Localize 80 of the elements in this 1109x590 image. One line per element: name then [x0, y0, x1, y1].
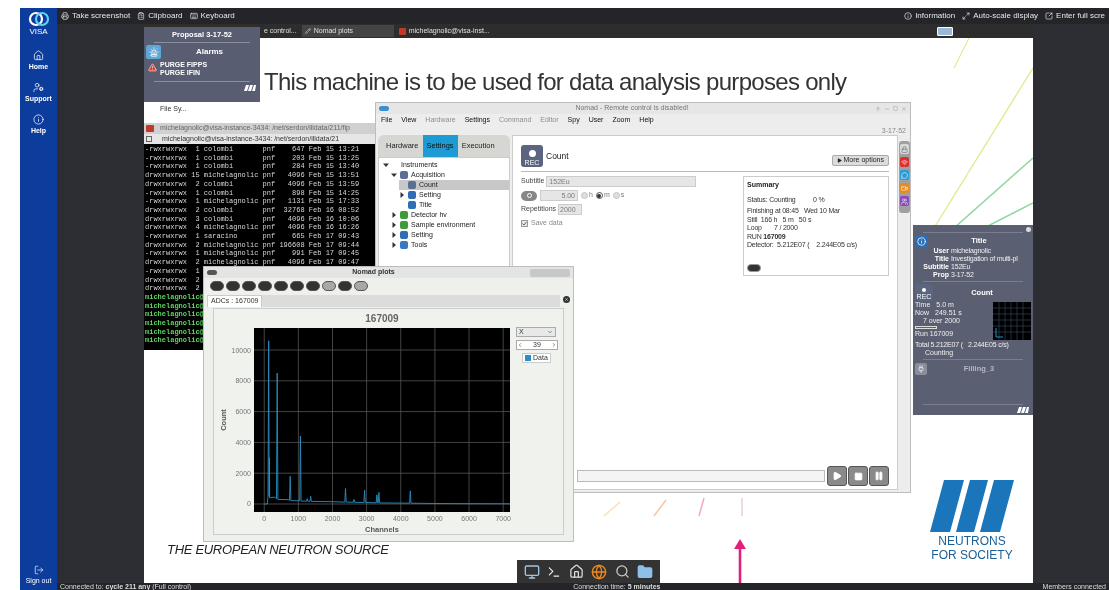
stop-button[interactable]: [848, 466, 869, 486]
round-tool-button[interactable]: [242, 281, 256, 291]
toolbar-button[interactable]: Information: [904, 10, 956, 22]
caret-icon[interactable]: [383, 162, 389, 168]
mini-plot-drawing: [993, 302, 1031, 340]
pointer-arrow-drawing: [734, 539, 746, 583]
tree-node-icon: [408, 201, 416, 209]
screen-tray-icon[interactable]: [937, 26, 953, 36]
grid-icon: [146, 136, 152, 142]
home-folder-icon[interactable]: [568, 564, 584, 579]
pause-icon: [874, 471, 885, 481]
keyboard-icon: [189, 12, 198, 20]
close-icon[interactable]: [563, 296, 570, 303]
ill-mini-logo-icon: [244, 84, 256, 91]
caret-icon: [547, 329, 553, 335]
banner-text: This machine is to be used for data analysis purposes only: [264, 70, 847, 94]
ill-mini-logo-icon: [1017, 407, 1029, 413]
tree-node-icon: [400, 211, 408, 219]
terminal-icon[interactable]: [547, 564, 562, 579]
printer-icon: [61, 12, 69, 20]
tagline-text: THE EUROPEAN NEUTRON SOURCE: [167, 541, 389, 559]
ill-logo-icon: [930, 480, 1014, 532]
round-tool-button[interactable]: [210, 281, 224, 291]
panel-title: Count: [546, 149, 569, 163]
caret-icon[interactable]: [391, 232, 397, 238]
play-icon: [832, 471, 843, 481]
tree-node-icon: [400, 231, 408, 239]
round-tool-button[interactable]: [338, 281, 352, 291]
stopwatch-button[interactable]: [521, 190, 537, 201]
siren-icon: [146, 44, 161, 59]
tree-node-icon: [408, 191, 416, 199]
caret-icon[interactable]: [391, 222, 397, 228]
tree-node-icon: [400, 221, 408, 229]
round-tool-button[interactable]: [290, 281, 304, 291]
play-button[interactable]: [827, 466, 848, 486]
chart-button[interactable]: [747, 264, 761, 272]
toolbar-button[interactable]: Take screenshot: [61, 10, 131, 22]
toolbar-button[interactable]: Auto-scale display: [962, 10, 1039, 22]
plug-icon: [915, 363, 927, 375]
stop-icon: [853, 471, 863, 481]
terminal-icon: [398, 27, 406, 35]
pencil-icon: [304, 28, 311, 34]
logo-text: VISA: [29, 28, 48, 36]
caret-icon[interactable]: [391, 212, 397, 218]
home-icon: [33, 50, 44, 61]
info-icon: [915, 235, 927, 247]
tree-node-icon: [408, 181, 416, 189]
toolbar-button[interactable]: Keyboard: [189, 10, 235, 22]
terminal-icon: [146, 125, 154, 132]
round-tool-button[interactable]: [274, 281, 288, 291]
pause-button[interactable]: [869, 466, 889, 486]
play-icon: [836, 157, 842, 163]
search-icon[interactable]: [614, 564, 630, 579]
logo-text: NEUTRONS: [938, 534, 1006, 548]
toolbar-button[interactable]: Clipboard: [137, 10, 183, 22]
users-icon[interactable]: [900, 196, 909, 206]
clipboard-icon: [137, 12, 146, 20]
info-icon: [33, 114, 44, 125]
external-link-icon: [1045, 12, 1054, 20]
warning-icon: [148, 62, 157, 72]
info-icon: [904, 12, 913, 20]
monitor-icon[interactable]: [523, 563, 540, 580]
round-tool-button[interactable]: [306, 281, 320, 291]
chart-title: 167009: [365, 313, 399, 324]
diagonal-arrows-icon: [962, 12, 971, 20]
visa-logo-icon: [27, 11, 50, 27]
caret-icon[interactable]: [399, 192, 405, 198]
globe-icon[interactable]: [591, 563, 608, 580]
alarms-heading: Alarms: [194, 45, 225, 58]
round-tool-button[interactable]: [258, 281, 272, 291]
sign-out-icon: [33, 565, 44, 575]
logo-text: FOR SOCIETY: [931, 548, 1013, 562]
caret-icon[interactable]: [391, 172, 397, 178]
tree-node-icon: [400, 241, 408, 249]
caret-icon[interactable]: [391, 242, 397, 248]
toolbar-button[interactable]: Enter full scre: [1045, 10, 1105, 22]
folder-icon[interactable]: [637, 563, 654, 580]
round-tool-button[interactable]: [226, 281, 240, 291]
user-gear-icon: [33, 82, 44, 93]
tree-node-icon: [400, 171, 408, 179]
